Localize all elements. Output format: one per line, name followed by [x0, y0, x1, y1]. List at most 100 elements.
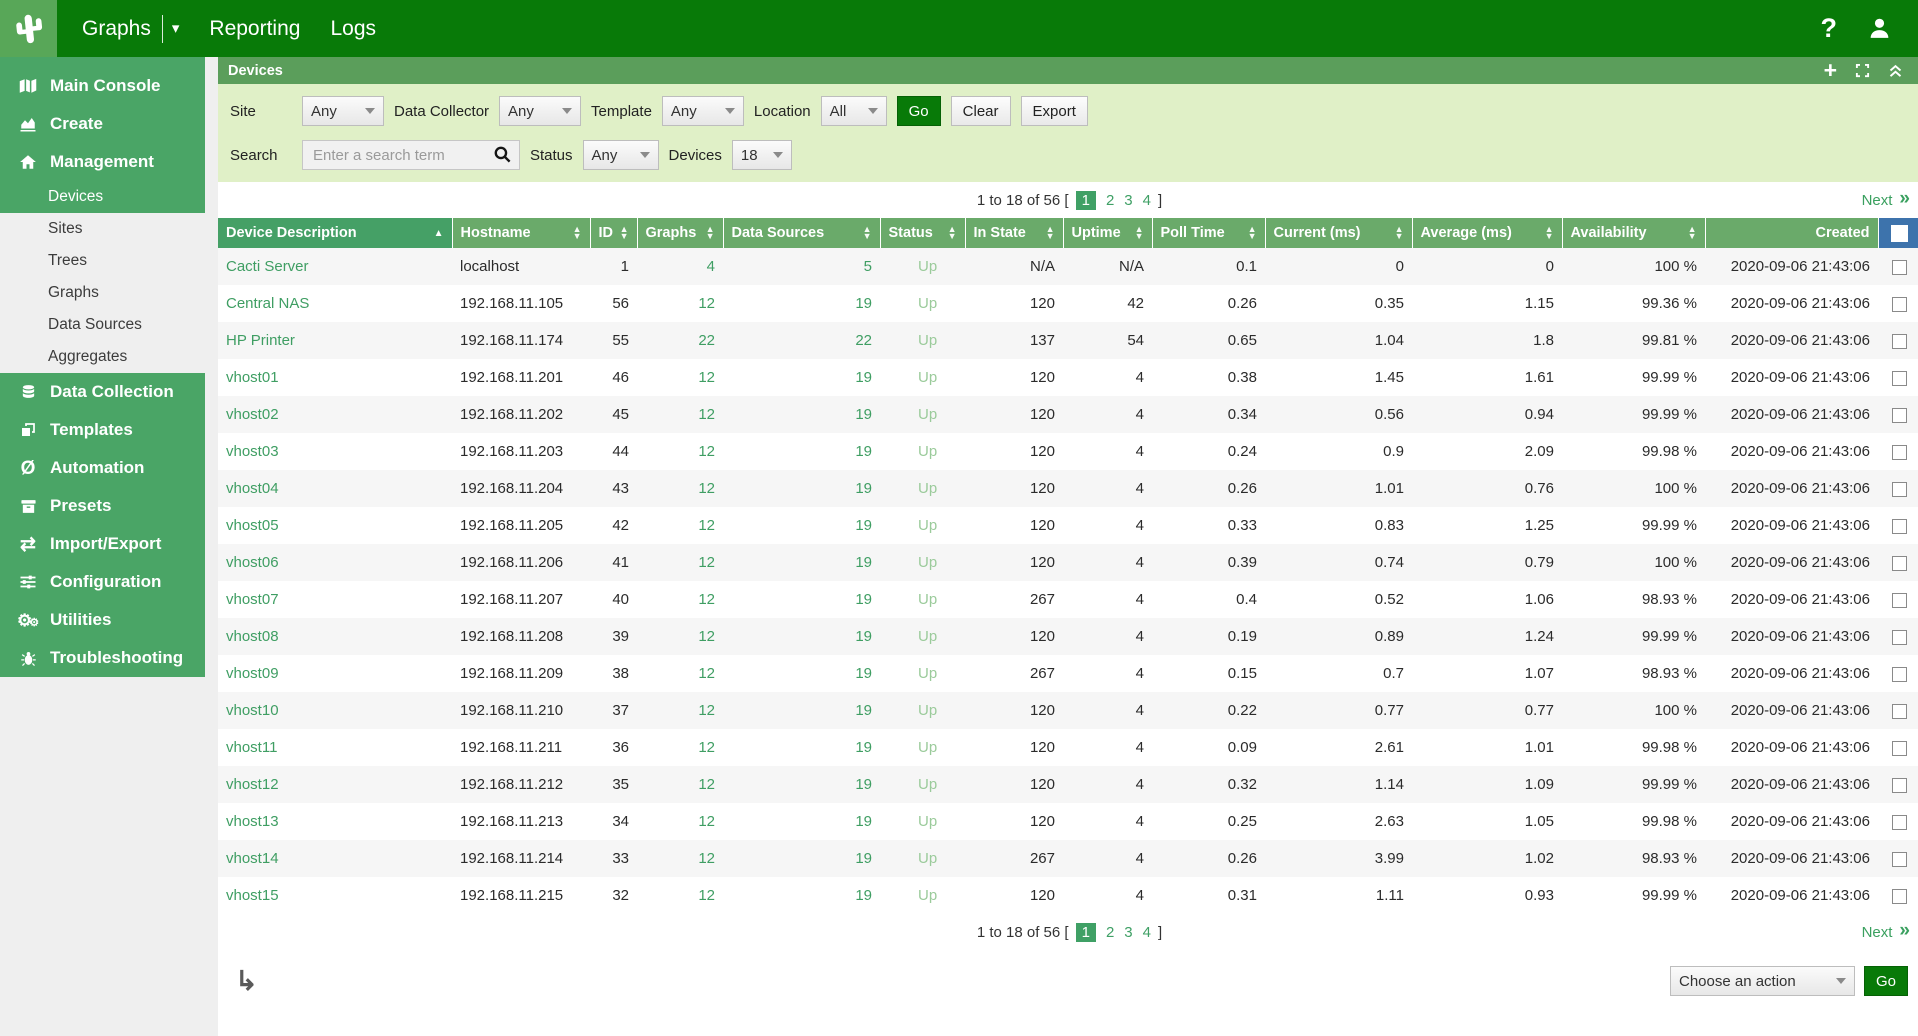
column-header-status[interactable]: Status▲▼ [880, 218, 965, 248]
sidebar-item-presets[interactable]: Presets [0, 487, 205, 525]
graphs-cell[interactable]: 12 [637, 840, 723, 877]
data-sources-cell[interactable]: 19 [723, 285, 880, 322]
row-checkbox[interactable] [1892, 445, 1907, 460]
column-header-data-sources[interactable]: Data Sources▲▼ [723, 218, 880, 248]
chevron-down-icon[interactable]: ▾ [162, 15, 180, 43]
column-header-graphs[interactable]: Graphs▲▼ [637, 218, 723, 248]
row-checkbox[interactable] [1892, 593, 1907, 608]
data-sources-cell[interactable]: 19 [723, 581, 880, 618]
row-checkbox[interactable] [1892, 630, 1907, 645]
sidebar-subitem-graphs[interactable]: Graphs [0, 277, 205, 309]
column-header-hostname[interactable]: Hostname▲▼ [452, 218, 590, 248]
device-description-cell[interactable]: vhost15 [218, 877, 452, 914]
graphs-cell[interactable]: 12 [637, 470, 723, 507]
device-description-cell[interactable]: Central NAS [218, 285, 452, 322]
menu-item-reporting[interactable]: Reporting [194, 0, 315, 57]
search-icon[interactable] [493, 145, 512, 169]
sidebar-subitem-devices[interactable]: Devices [0, 181, 205, 213]
sidebar-item-troubleshooting[interactable]: Troubleshooting [0, 639, 205, 677]
data-sources-cell[interactable]: 19 [723, 766, 880, 803]
device-description-cell[interactable]: vhost04 [218, 470, 452, 507]
graphs-cell[interactable]: 12 [637, 507, 723, 544]
device-description-cell[interactable]: vhost09 [218, 655, 452, 692]
data-sources-cell[interactable]: 19 [723, 655, 880, 692]
device-description-cell[interactable]: vhost01 [218, 359, 452, 396]
sidebar-subitem-trees[interactable]: Trees [0, 245, 205, 277]
sidebar-subitem-sites[interactable]: Sites [0, 213, 205, 245]
clear-button[interactable]: Clear [951, 96, 1011, 126]
row-checkbox[interactable] [1892, 260, 1907, 275]
page-link-3[interactable]: 3 [1124, 192, 1132, 209]
row-checkbox[interactable] [1892, 334, 1907, 349]
graphs-cell[interactable]: 22 [637, 322, 723, 359]
column-header-availability[interactable]: Availability▲▼ [1562, 218, 1705, 248]
device-description-cell[interactable]: vhost12 [218, 766, 452, 803]
data-sources-cell[interactable]: 19 [723, 877, 880, 914]
column-header-current-ms[interactable]: Current (ms)▲▼ [1265, 218, 1412, 248]
select-all-checkbox-box[interactable] [1891, 225, 1908, 242]
page-link-2[interactable]: 2 [1106, 924, 1114, 941]
template-select[interactable]: Any [662, 96, 744, 126]
cacti-logo[interactable] [0, 0, 57, 57]
page-link-2[interactable]: 2 [1106, 192, 1114, 209]
graphs-cell[interactable]: 12 [637, 396, 723, 433]
sidebar-item-data-collection[interactable]: Data Collection [0, 373, 205, 411]
device-description-cell[interactable]: vhost08 [218, 618, 452, 655]
sidebar-item-templates[interactable]: Templates [0, 411, 205, 449]
graphs-cell[interactable]: 12 [637, 433, 723, 470]
data-sources-cell[interactable]: 19 [723, 840, 880, 877]
action-go-button[interactable]: Go [1864, 966, 1908, 996]
search-input[interactable] [302, 140, 520, 170]
sidebar-item-management[interactable]: Management [0, 143, 205, 181]
location-select[interactable]: All [821, 96, 887, 126]
sidebar-item-configuration[interactable]: Configuration [0, 563, 205, 601]
device-description-cell[interactable]: vhost14 [218, 840, 452, 877]
data-collector-select[interactable]: Any [499, 96, 581, 126]
column-header-id[interactable]: ID▲▼ [590, 218, 637, 248]
data-sources-cell[interactable]: 19 [723, 729, 880, 766]
column-header-device-description[interactable]: Device Description▲ [218, 218, 452, 248]
page-link-4[interactable]: 4 [1143, 192, 1151, 209]
device-description-cell[interactable]: vhost06 [218, 544, 452, 581]
row-checkbox[interactable] [1892, 889, 1907, 904]
data-sources-cell[interactable]: 5 [723, 248, 880, 285]
data-sources-cell[interactable]: 19 [723, 618, 880, 655]
add-device-button[interactable]: + [1824, 59, 1837, 82]
collapse-button[interactable] [1888, 63, 1903, 78]
column-header-poll-time[interactable]: Poll Time▲▼ [1152, 218, 1265, 248]
current-page[interactable]: 1 [1076, 191, 1096, 210]
status-select[interactable]: Any [583, 140, 659, 170]
device-description-cell[interactable]: vhost11 [218, 729, 452, 766]
graphs-cell[interactable]: 12 [637, 877, 723, 914]
row-checkbox[interactable] [1892, 408, 1907, 423]
data-sources-cell[interactable]: 19 [723, 544, 880, 581]
row-checkbox[interactable] [1892, 852, 1907, 867]
graphs-cell[interactable]: 12 [637, 692, 723, 729]
row-checkbox[interactable] [1892, 371, 1907, 386]
device-description-cell[interactable]: vhost07 [218, 581, 452, 618]
help-icon[interactable]: ? [1821, 15, 1838, 42]
column-header-average-ms[interactable]: Average (ms)▲▼ [1412, 218, 1562, 248]
graphs-cell[interactable]: 12 [637, 618, 723, 655]
graphs-cell[interactable]: 12 [637, 655, 723, 692]
graphs-cell[interactable]: 12 [637, 544, 723, 581]
sidebar-item-create[interactable]: Create [0, 105, 205, 143]
graphs-cell[interactable]: 12 [637, 359, 723, 396]
data-sources-cell[interactable]: 19 [723, 470, 880, 507]
graphs-cell[interactable]: 12 [637, 581, 723, 618]
graphs-cell[interactable]: 12 [637, 803, 723, 840]
device-description-cell[interactable]: vhost02 [218, 396, 452, 433]
data-sources-cell[interactable]: 19 [723, 803, 880, 840]
device-description-cell[interactable]: HP Printer [218, 322, 452, 359]
sidebar-subitem-data-sources[interactable]: Data Sources [0, 309, 205, 341]
sidebar-item-import-export[interactable]: ⇄Import/Export [0, 525, 205, 563]
devices-per-page-select[interactable]: 18 [732, 140, 792, 170]
data-sources-cell[interactable]: 19 [723, 507, 880, 544]
data-sources-cell[interactable]: 19 [723, 359, 880, 396]
sidebar-subitem-aggregates[interactable]: Aggregates [0, 341, 205, 373]
device-description-cell[interactable]: vhost10 [218, 692, 452, 729]
row-checkbox[interactable] [1892, 667, 1907, 682]
column-header-uptime[interactable]: Uptime▲▼ [1063, 218, 1152, 248]
row-checkbox[interactable] [1892, 741, 1907, 756]
sidebar-item-utilities[interactable]: ⚙⚙Utilities [0, 601, 205, 639]
